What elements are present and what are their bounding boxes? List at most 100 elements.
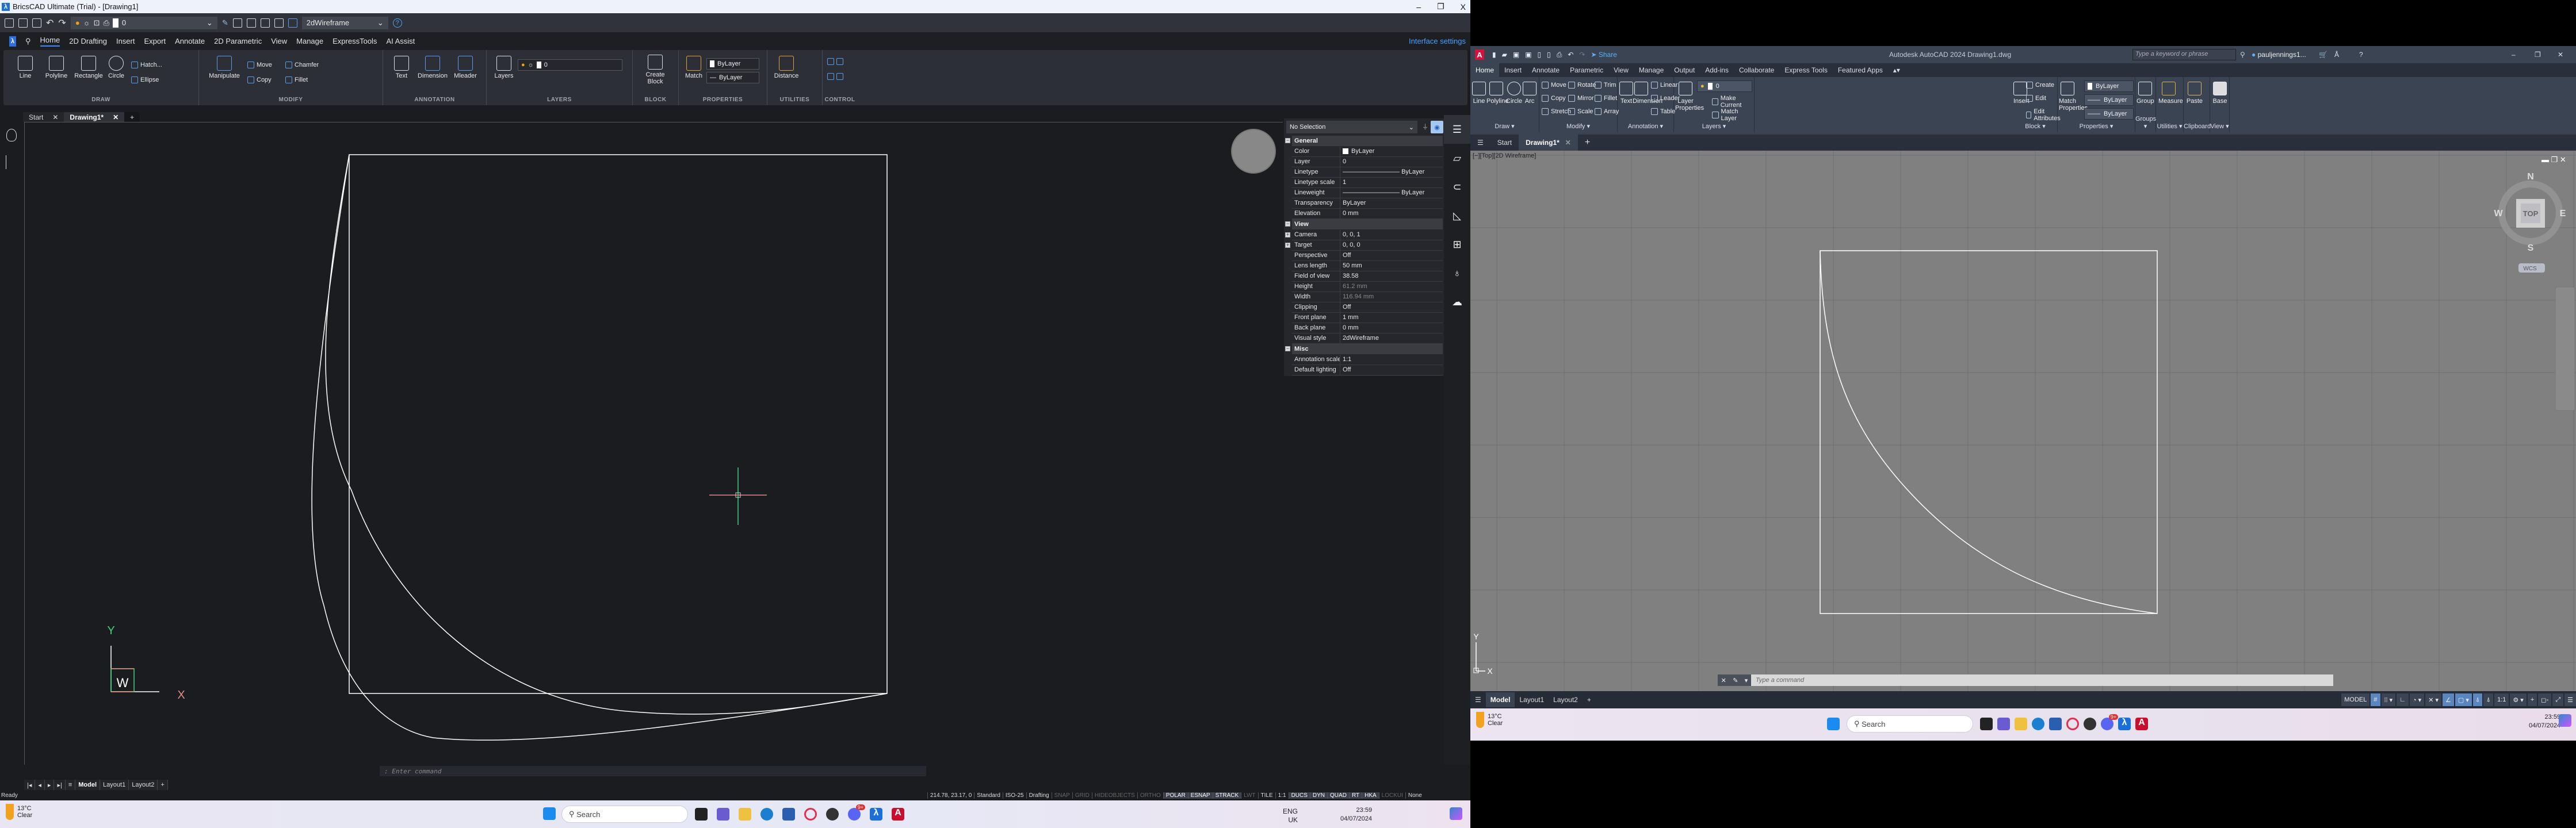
- property-row[interactable]: Field of view 38.58: [1292, 271, 1443, 282]
- layout-tab-layout1[interactable]: Layout1: [1515, 696, 1549, 704]
- property-row[interactable]: Linetype scale 1: [1292, 178, 1443, 188]
- help-search-input[interactable]: Type a keyword or phrase: [2132, 49, 2236, 60]
- file-tabs-menu-icon[interactable]: ☰: [1470, 135, 1490, 151]
- close-button[interactable]: ✕: [2558, 51, 2563, 59]
- viewcube[interactable]: TOP N S W E WCS: [2494, 172, 2566, 273]
- app-icon[interactable]: [2084, 718, 2096, 730]
- spline-entity-outer[interactable]: [311, 154, 888, 741]
- discord-icon[interactable]: 9+: [848, 804, 865, 821]
- group-label-annotation[interactable]: ANNOTATION: [383, 97, 486, 103]
- isolate-button[interactable]: [827, 58, 843, 65]
- paste-button[interactable]: Paste: [2186, 82, 2203, 105]
- tab-express-tools[interactable]: Express Tools: [1779, 63, 1832, 77]
- viewport-window-controls[interactable]: ▬ ❐ ✕: [2541, 155, 2566, 164]
- layout-tab-layout2[interactable]: Layout2: [129, 780, 158, 790]
- compass-e-label[interactable]: E: [2560, 209, 2566, 218]
- share-button[interactable]: ➤ Share: [1591, 51, 1616, 59]
- app-icon[interactable]: [826, 808, 839, 821]
- property-row[interactable]: Width 116.94 mm: [1292, 292, 1443, 302]
- polyline-button[interactable]: Polyline: [43, 56, 70, 79]
- teams-icon[interactable]: [717, 808, 729, 821]
- app-menu-button[interactable]: λ: [9, 36, 16, 47]
- status-toggle-hideobjects[interactable]: HIDEOBJECTS: [1091, 792, 1137, 799]
- tab-home[interactable]: Home: [40, 36, 60, 47]
- close-button[interactable]: X: [1461, 2, 1466, 12]
- search-icon[interactable]: ⚲: [25, 37, 31, 46]
- tab-add-ins[interactable]: Add-ins: [1700, 63, 1734, 77]
- property-row[interactable]: Layer 0: [1292, 157, 1443, 167]
- fillet-button[interactable]: Fillet: [285, 76, 308, 83]
- expand-row-toggle[interactable]: +: [1285, 243, 1290, 248]
- cart-icon[interactable]: 🛒: [2319, 51, 2327, 59]
- group-label-block[interactable]: BLOCK: [633, 97, 678, 103]
- dimension-button[interactable]: Dimension: [1633, 82, 1662, 105]
- copy-button[interactable]: Copy: [247, 76, 272, 83]
- close-icon[interactable]: ✕: [1565, 139, 1571, 147]
- add-layout-button[interactable]: +: [1583, 696, 1596, 704]
- layout-list-button[interactable]: ≡: [66, 780, 76, 790]
- layers-button[interactable]: Layers: [492, 56, 515, 79]
- selection-dropdown[interactable]: No Selection ⌄: [1286, 121, 1417, 133]
- hot-air-balloon-icon[interactable]: ♁: [1444, 259, 1470, 288]
- tab-manage[interactable]: Manage: [1634, 63, 1669, 77]
- status-toggle-iso-25[interactable]: ISO-25: [1002, 792, 1026, 799]
- status-toggle-esnap[interactable]: ESNAP: [1187, 792, 1213, 799]
- tray-clock[interactable]: 23:59 04/07/2024: [2529, 713, 2560, 730]
- tab-insert[interactable]: Insert: [116, 37, 135, 45]
- property-value[interactable]: 50 mm: [1340, 261, 1362, 271]
- copilot-icon[interactable]: [2559, 714, 2571, 727]
- status-toggle-standard[interactable]: Standard: [974, 792, 1003, 799]
- layout-tab-model[interactable]: Model: [75, 780, 101, 790]
- layers-panel-icon[interactable]: ▱: [1444, 144, 1470, 172]
- property-value[interactable]: Off: [1340, 302, 1351, 312]
- status-toggle-polar[interactable]: POLAR: [1163, 792, 1188, 799]
- interface-settings-link[interactable]: Interface settings: [1409, 37, 1466, 45]
- viewcube-top-label[interactable]: TOP: [2523, 209, 2539, 218]
- new-tab-button[interactable]: +: [1578, 135, 1597, 151]
- property-value[interactable]: 0: [1340, 157, 1346, 167]
- plot-icon[interactable]: ⎙: [1557, 51, 1562, 59]
- property-value[interactable]: 1: [1340, 178, 1346, 187]
- arc-button[interactable]: Arc: [1522, 82, 1537, 105]
- tab-output[interactable]: Output: [1669, 63, 1700, 77]
- weather-widget[interactable]: 13°C Clear: [6, 804, 32, 820]
- group-label-properties[interactable]: Properties ▾: [2058, 122, 2135, 130]
- status-toggle-1-1[interactable]: 1:1: [1275, 792, 1289, 799]
- autocad-taskbar-icon[interactable]: A: [892, 808, 904, 821]
- measure-button[interactable]: Measure: [2158, 82, 2183, 105]
- property-row[interactable]: Transparency ByLayer: [1292, 198, 1443, 209]
- autocad-logo-icon[interactable]: A: [1475, 49, 1484, 60]
- autoscale-toggle[interactable]: ⍋: [2483, 693, 2494, 706]
- compass-w-label[interactable]: W: [2494, 209, 2503, 218]
- layout-tab-layout1[interactable]: Layout1: [100, 780, 129, 790]
- object-snap-tracking-toggle[interactable]: ∠: [2443, 693, 2454, 706]
- property-row[interactable]: Color ByLayer: [1292, 147, 1443, 157]
- bricscad-taskbar-icon[interactable]: λ: [870, 808, 882, 821]
- layer-properties-button[interactable]: Layer Properties: [1675, 82, 1704, 112]
- annotation-scale[interactable]: 1:1: [2494, 693, 2509, 706]
- isolate-objects-icon[interactable]: ◻◦: [2538, 693, 2552, 706]
- user-account[interactable]: ● pauljennings1...: [2252, 51, 2306, 59]
- property-value[interactable]: 61.2 mm: [1340, 282, 1367, 292]
- property-value[interactable]: 1:1: [1340, 355, 1351, 365]
- layout-menu-icon[interactable]: ☰: [1470, 696, 1486, 704]
- tab-featured-apps[interactable]: Featured Apps: [1833, 63, 1888, 77]
- object-snap-toggle[interactable]: ▢ ▾: [2455, 693, 2472, 706]
- fullscreen-icon[interactable]: ⤢: [2552, 693, 2564, 706]
- minimize-button[interactable]: –: [1416, 2, 1421, 12]
- status-toggle-snap[interactable]: SNAP: [1051, 792, 1072, 799]
- autocad-command-line[interactable]: ✕ ✎ ▾ Type a command: [1718, 674, 2333, 686]
- select-icon[interactable]: [232, 18, 242, 28]
- status-toggle-tile[interactable]: TILE: [1258, 792, 1275, 799]
- table-button[interactable]: Table: [1651, 108, 1675, 115]
- hatch-button[interactable]: Hatch...: [131, 62, 162, 68]
- restore-button[interactable]: ❐: [2535, 51, 2541, 59]
- linetype-combo[interactable]: — ByLayer: [706, 72, 759, 83]
- section-header-view[interactable]: View: [1292, 219, 1443, 229]
- arc-spline-entity[interactable]: [1820, 250, 2158, 614]
- distance-button[interactable]: Distance: [772, 56, 801, 79]
- customization-menu-icon[interactable]: ☰: [2564, 693, 2576, 706]
- property-row[interactable]: Annotation scale 1:1: [1292, 355, 1443, 365]
- color-combo[interactable]: ByLayer: [706, 58, 759, 70]
- grid-toggle[interactable]: #: [2371, 693, 2380, 706]
